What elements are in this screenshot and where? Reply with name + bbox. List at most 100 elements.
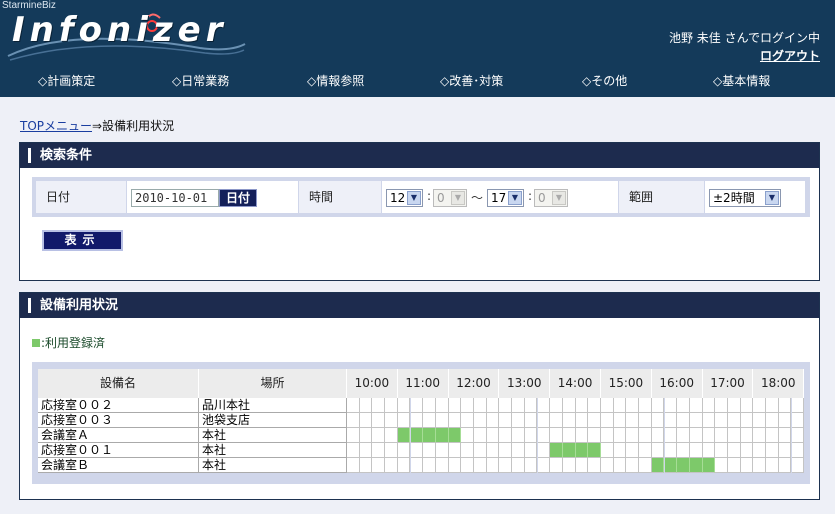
time-slot[interactable] <box>753 443 767 458</box>
app-logo[interactable]: Infonizer <box>12 10 227 50</box>
time-slot[interactable] <box>474 428 487 443</box>
time-slot[interactable] <box>791 398 805 413</box>
time-slot[interactable] <box>613 413 627 428</box>
time-slot[interactable] <box>524 413 538 428</box>
time-slot[interactable] <box>397 398 411 413</box>
booked-time-slot[interactable] <box>423 428 436 443</box>
time-slot[interactable] <box>537 413 551 428</box>
time-slot[interactable] <box>499 428 513 443</box>
time-slot[interactable] <box>715 458 728 473</box>
time-slot[interactable] <box>740 413 754 428</box>
time-slot[interactable] <box>728 443 741 458</box>
time-slot[interactable] <box>753 428 767 443</box>
time-slot[interactable] <box>537 428 551 443</box>
time-slot[interactable] <box>359 428 373 443</box>
time-slot[interactable] <box>728 413 741 428</box>
time-slot[interactable] <box>524 398 538 413</box>
time-slot[interactable] <box>372 413 386 428</box>
time-slot[interactable] <box>372 458 386 473</box>
range-select[interactable]: ±2時間 ▼ <box>709 189 781 207</box>
table-row[interactable]: 会議室Ａ 本社 <box>38 428 805 443</box>
time-slot[interactable] <box>791 413 805 428</box>
table-row[interactable]: 会議室Ｂ 本社 <box>38 458 805 473</box>
time-slot[interactable] <box>499 443 513 458</box>
time-slot[interactable] <box>715 398 728 413</box>
time-slot[interactable] <box>474 443 487 458</box>
time-slot[interactable] <box>613 458 627 473</box>
time-slot[interactable] <box>550 428 563 443</box>
time-slot[interactable] <box>461 413 474 428</box>
nav-item-improvement[interactable]: ◇改善･対策 <box>440 72 503 89</box>
time-slot[interactable] <box>601 398 614 413</box>
time-slot[interactable] <box>715 413 728 428</box>
time-slot[interactable] <box>601 458 614 473</box>
time-slot[interactable] <box>359 458 373 473</box>
breadcrumb-top-link[interactable]: TOPメニュー <box>20 119 92 133</box>
time-slot[interactable] <box>435 458 449 473</box>
time-slot[interactable] <box>359 413 373 428</box>
time-slot[interactable] <box>766 428 779 443</box>
time-slot[interactable] <box>601 428 614 443</box>
logout-link[interactable]: ログアウト <box>760 47 820 64</box>
booked-time-slot[interactable] <box>550 443 563 458</box>
time-slot[interactable] <box>778 458 792 473</box>
time-slot[interactable] <box>499 413 513 428</box>
time-slot[interactable] <box>702 398 716 413</box>
time-slot[interactable] <box>359 443 373 458</box>
nav-item-planning[interactable]: ◇計画策定 <box>38 72 95 89</box>
time-slot[interactable] <box>372 398 386 413</box>
time-slot[interactable] <box>791 428 805 443</box>
time-slot[interactable] <box>740 428 754 443</box>
time-slot[interactable] <box>791 443 805 458</box>
time-slot[interactable] <box>499 458 513 473</box>
time-slot[interactable] <box>410 398 424 413</box>
booked-time-slot[interactable] <box>448 428 462 443</box>
time-slot[interactable] <box>397 458 411 473</box>
time-slot[interactable] <box>639 413 652 428</box>
time-slot[interactable] <box>677 428 690 443</box>
time-slot[interactable] <box>537 398 551 413</box>
booked-time-slot[interactable] <box>702 458 716 473</box>
time-slot[interactable] <box>778 398 792 413</box>
time-slot[interactable] <box>677 443 690 458</box>
time-slot[interactable] <box>715 428 728 443</box>
time-slot[interactable] <box>778 413 792 428</box>
time-slot[interactable] <box>702 413 716 428</box>
time-slot[interactable] <box>550 413 563 428</box>
time-slot[interactable] <box>512 428 525 443</box>
time-slot[interactable] <box>588 398 601 413</box>
time-slot[interactable] <box>512 413 525 428</box>
time-slot[interactable] <box>715 443 728 458</box>
time-slot[interactable] <box>753 413 767 428</box>
table-row[interactable]: 応接室００３ 池袋支店 <box>38 413 805 428</box>
time-slot[interactable] <box>550 458 563 473</box>
time-slot[interactable] <box>499 398 513 413</box>
time-slot[interactable] <box>753 458 767 473</box>
time-slot[interactable] <box>639 458 652 473</box>
time-slot[interactable] <box>664 413 678 428</box>
booked-time-slot[interactable] <box>588 443 601 458</box>
time-slot[interactable] <box>664 428 678 443</box>
time-slot[interactable] <box>728 428 741 443</box>
booked-time-slot[interactable] <box>575 443 589 458</box>
time-slot[interactable] <box>448 413 462 428</box>
time-slot[interactable] <box>613 398 627 413</box>
time-slot[interactable] <box>410 458 424 473</box>
time-slot[interactable] <box>651 428 665 443</box>
time-slot[interactable] <box>448 398 462 413</box>
date-input[interactable]: 2010-10-01 <box>131 189 219 207</box>
time-slot[interactable] <box>740 443 754 458</box>
time-slot[interactable] <box>791 458 805 473</box>
time-slot[interactable] <box>397 413 411 428</box>
time-slot[interactable] <box>740 458 754 473</box>
time-slot[interactable] <box>359 398 373 413</box>
time-slot[interactable] <box>575 398 589 413</box>
time-slot[interactable] <box>613 443 627 458</box>
time-slot[interactable] <box>372 443 386 458</box>
time-slot[interactable] <box>766 443 779 458</box>
time-slot[interactable] <box>778 443 792 458</box>
time-slot[interactable] <box>410 443 424 458</box>
time-slot[interactable] <box>575 413 589 428</box>
time-slot[interactable] <box>474 458 487 473</box>
time-slot[interactable] <box>435 413 449 428</box>
